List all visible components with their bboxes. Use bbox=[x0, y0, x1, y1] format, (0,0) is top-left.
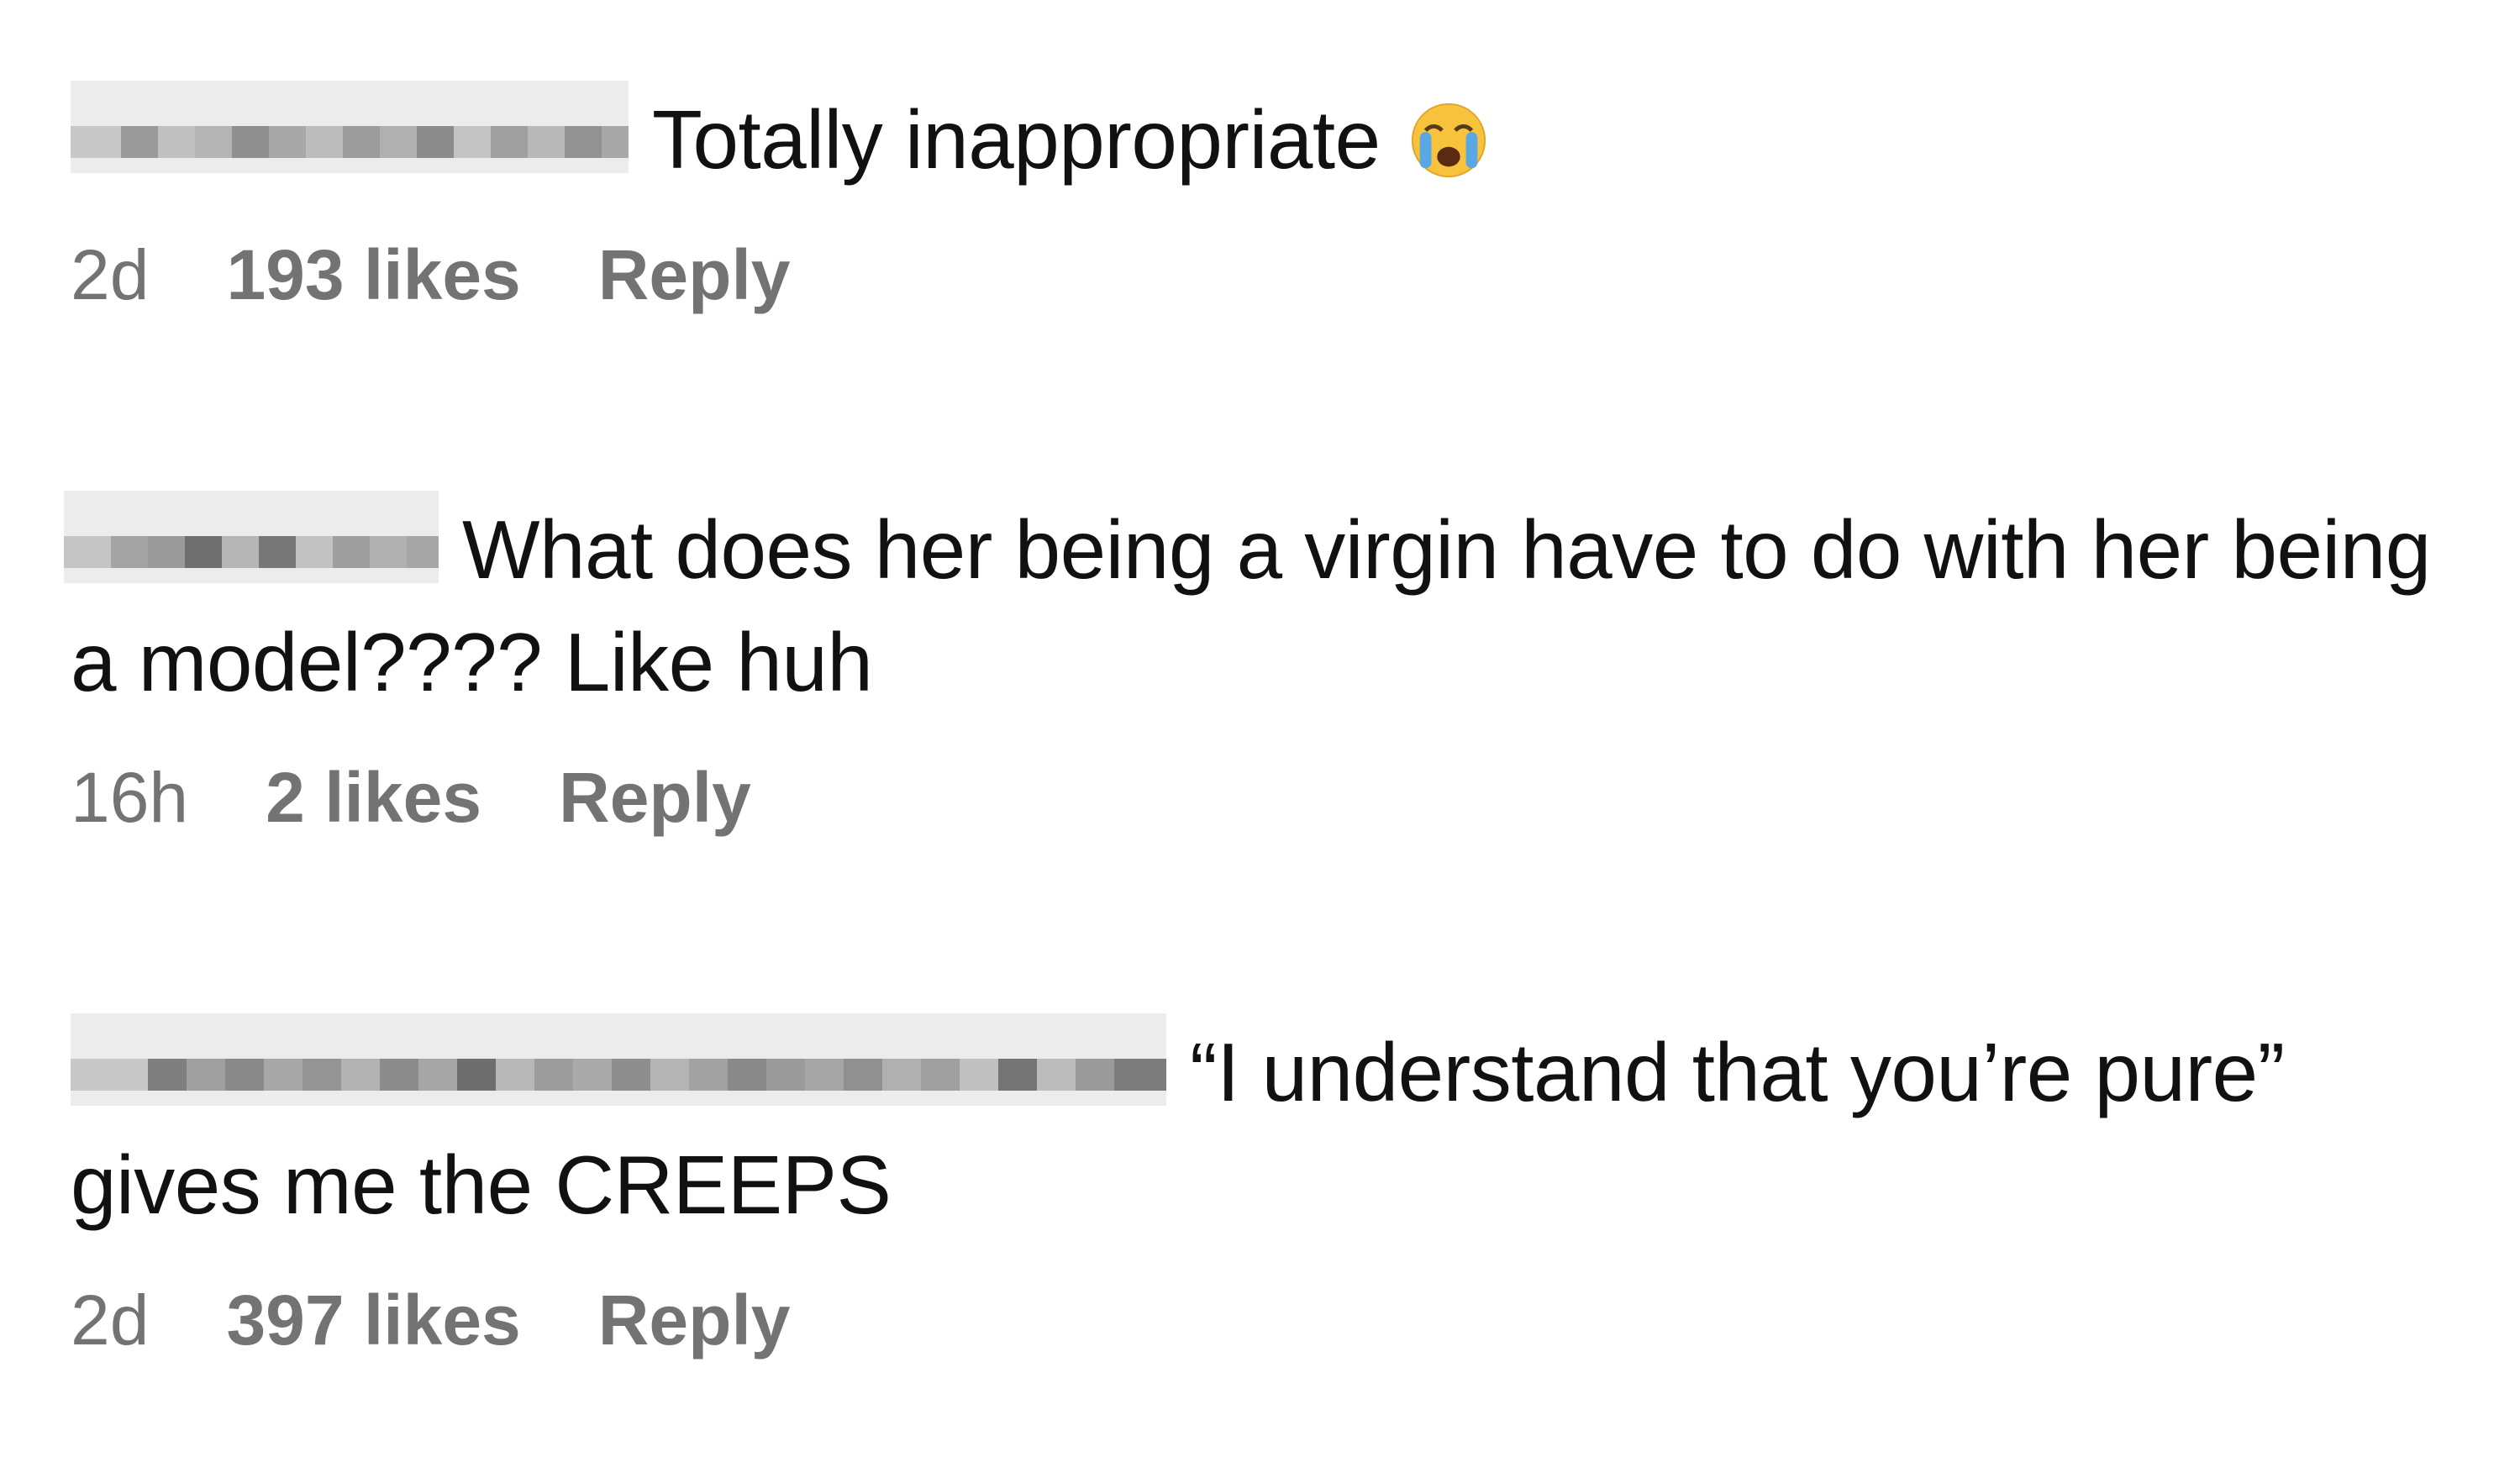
comment-item: “I understand that you’re pure” gives me… bbox=[71, 1013, 2474, 1362]
comment-body: “I understand that you’re pure” gives me… bbox=[71, 1013, 2474, 1241]
blurred-username[interactable] bbox=[71, 1013, 1166, 1106]
comment-meta: 2d 193 likes Reply bbox=[71, 233, 2474, 317]
comment-meta: 16h 2 likes Reply bbox=[71, 755, 2474, 839]
comment-age[interactable]: 2d bbox=[71, 1278, 149, 1362]
comment-age[interactable]: 2d bbox=[71, 233, 149, 317]
comment-likes[interactable]: 2 likes bbox=[266, 755, 481, 839]
comment-body: Totally inappropriate bbox=[71, 81, 2474, 196]
reply-button[interactable]: Reply bbox=[559, 755, 751, 839]
blurred-username[interactable] bbox=[64, 491, 439, 583]
blurred-username[interactable] bbox=[71, 81, 629, 173]
comment-age[interactable]: 16h bbox=[71, 755, 188, 839]
comment-text: Totally inappropriate bbox=[652, 93, 1381, 186]
comment-likes[interactable]: 397 likes bbox=[226, 1278, 520, 1362]
comment-item: Totally inappropriate 2d 193 likes Reply bbox=[71, 81, 2474, 317]
reply-button[interactable]: Reply bbox=[598, 1278, 791, 1362]
comment-body: What does her being a virgin have to do … bbox=[64, 491, 2474, 718]
comment-meta: 2d 397 likes Reply bbox=[71, 1278, 2474, 1362]
loudly-crying-face-icon bbox=[1412, 103, 1486, 178]
reply-button[interactable]: Reply bbox=[598, 233, 791, 317]
comment-item: What does her being a virgin have to do … bbox=[64, 491, 2474, 839]
comment-likes[interactable]: 193 likes bbox=[226, 233, 520, 317]
